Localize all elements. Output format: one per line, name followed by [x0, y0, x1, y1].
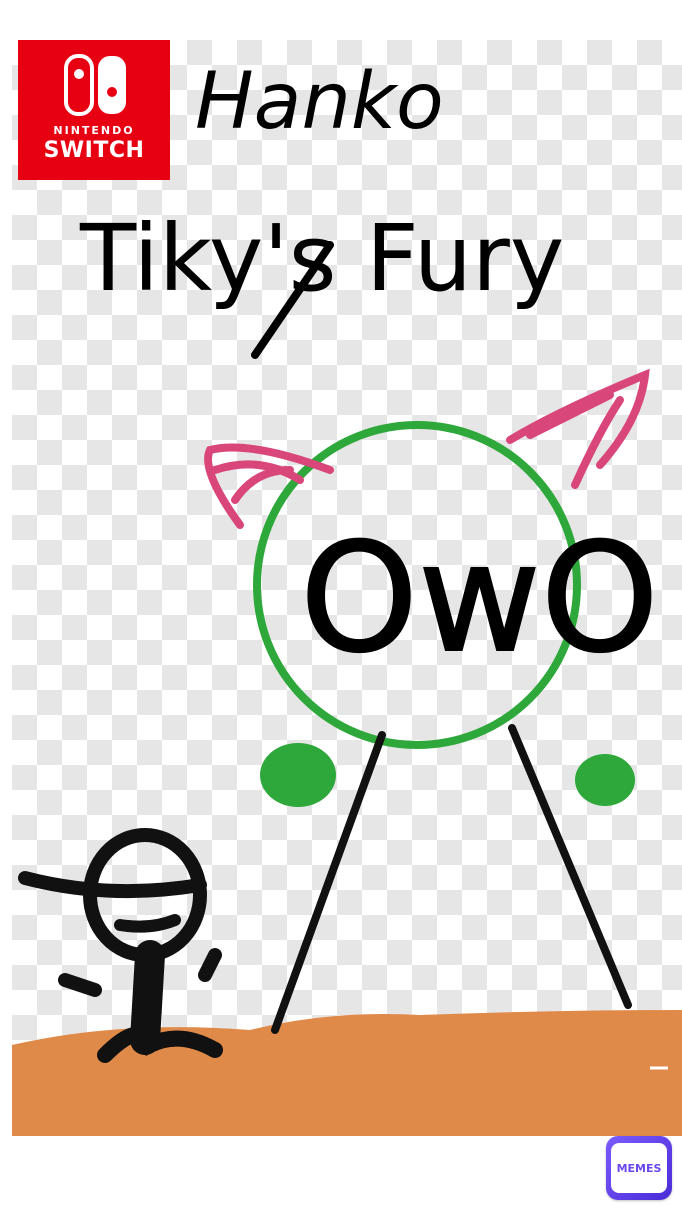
joycon-icon	[64, 54, 126, 116]
memes-watermark-icon: MEMES	[606, 1136, 672, 1200]
logo-brand: NINTENDO	[53, 124, 135, 137]
ground	[12, 1010, 682, 1136]
nintendo-switch-logo: NINTENDO SWITCH	[18, 40, 170, 180]
left-blob	[260, 743, 336, 807]
memes-label: MEMES	[611, 1143, 667, 1193]
logo-model: SWITCH	[43, 138, 145, 163]
drawing-art: Hanko Tiky's Fury OwO	[12, 57, 682, 1136]
stick-figure	[18, 828, 223, 1063]
right-blob	[575, 754, 635, 806]
title-top: Hanko	[195, 57, 444, 147]
creature-face: OwO	[300, 512, 659, 686]
